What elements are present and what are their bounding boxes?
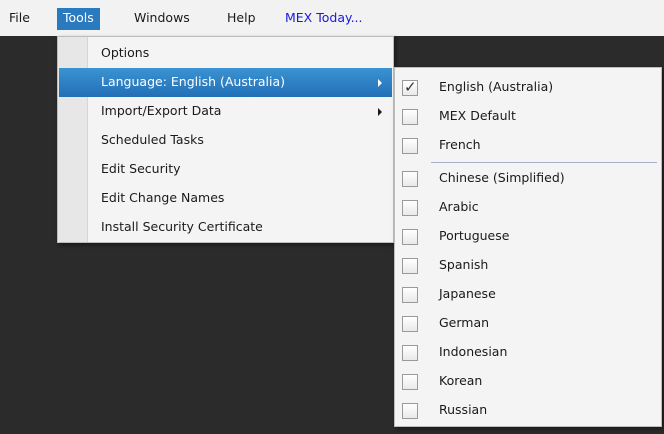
language-submenu: ✓ English (Australia) MEX Default French… — [394, 67, 662, 427]
checkmark-icon: ✓ — [404, 78, 417, 96]
menu-help[interactable]: Help — [221, 8, 262, 30]
menu-item-import-export-data[interactable]: Import/Export Data — [59, 97, 392, 126]
language-label: Chinese (Simplified) — [439, 170, 565, 185]
language-item-portuguese[interactable]: Portuguese — [396, 222, 660, 251]
language-label: Russian — [439, 402, 488, 417]
language-label: French — [439, 137, 481, 152]
checkbox[interactable] — [402, 374, 418, 390]
language-item-korean[interactable]: Korean — [396, 367, 660, 396]
checkbox[interactable] — [402, 287, 418, 303]
menu-tools[interactable]: Tools — [57, 8, 100, 30]
menu-item-label: Scheduled Tasks — [101, 132, 204, 147]
language-label: Indonesian — [439, 344, 508, 359]
language-label: Arabic — [439, 199, 479, 214]
submenu-arrow-icon — [378, 108, 382, 116]
menu-item-install-security-certificate[interactable]: Install Security Certificate — [59, 213, 392, 242]
checkbox[interactable] — [402, 138, 418, 154]
menu-file[interactable]: File — [3, 8, 36, 30]
checkbox[interactable] — [402, 171, 418, 187]
language-label: Portuguese — [439, 228, 510, 243]
language-label: English (Australia) — [439, 79, 554, 94]
submenu-arrow-icon — [378, 79, 382, 87]
language-item-english-australia[interactable]: ✓ English (Australia) — [396, 73, 660, 102]
checkbox[interactable] — [402, 316, 418, 332]
language-label: Spanish — [439, 257, 489, 272]
menu-bar: File Tools Windows Help MEX Today... — [0, 0, 664, 36]
menu-item-label: Edit Security — [101, 161, 181, 176]
menu-mex-today-link[interactable]: MEX Today... — [279, 8, 369, 30]
tools-menu: Options Language: English (Australia) Im… — [57, 36, 394, 243]
language-label: Japanese — [439, 286, 496, 301]
language-item-indonesian[interactable]: Indonesian — [396, 338, 660, 367]
menu-item-label: Language: English (Australia) — [101, 74, 286, 89]
menu-item-label: Options — [101, 45, 150, 60]
language-label: German — [439, 315, 490, 330]
language-item-german[interactable]: German — [396, 309, 660, 338]
menu-item-label: Edit Change Names — [101, 190, 225, 205]
menu-item-label: Import/Export Data — [101, 103, 222, 118]
checkbox[interactable] — [402, 403, 418, 419]
menu-item-options[interactable]: Options — [59, 39, 392, 68]
language-item-spanish[interactable]: Spanish — [396, 251, 660, 280]
language-item-mex-default[interactable]: MEX Default — [396, 102, 660, 131]
language-item-arabic[interactable]: Arabic — [396, 193, 660, 222]
checkbox[interactable] — [402, 345, 418, 361]
menu-item-edit-change-names[interactable]: Edit Change Names — [59, 184, 392, 213]
menu-item-language[interactable]: Language: English (Australia) — [59, 68, 392, 97]
language-item-chinese-simplified[interactable]: Chinese (Simplified) — [396, 164, 660, 193]
menu-item-scheduled-tasks[interactable]: Scheduled Tasks — [59, 126, 392, 155]
checkbox[interactable] — [402, 229, 418, 245]
menu-windows[interactable]: Windows — [128, 8, 196, 30]
checkbox[interactable] — [402, 258, 418, 274]
menu-separator — [431, 162, 657, 163]
checkbox[interactable] — [402, 109, 418, 125]
language-label: MEX Default — [439, 108, 516, 123]
language-label: Korean — [439, 373, 483, 388]
language-item-japanese[interactable]: Japanese — [396, 280, 660, 309]
menu-item-edit-security[interactable]: Edit Security — [59, 155, 392, 184]
menu-item-label: Install Security Certificate — [101, 219, 263, 234]
language-item-french[interactable]: French — [396, 131, 660, 160]
language-item-russian[interactable]: Russian — [396, 396, 660, 425]
checkbox[interactable] — [402, 200, 418, 216]
checkbox[interactable]: ✓ — [402, 78, 418, 96]
